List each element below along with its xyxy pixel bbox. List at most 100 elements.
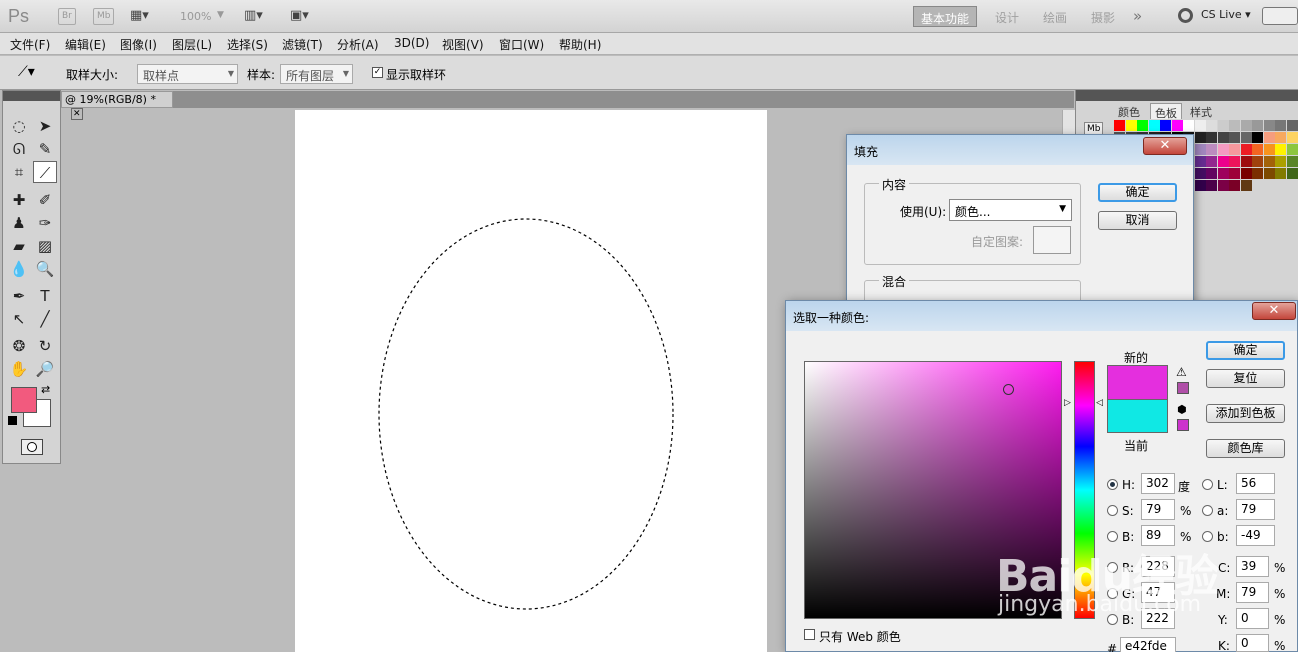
web-colors-only-checkbox[interactable] xyxy=(804,629,815,640)
color-swatch[interactable] xyxy=(1114,120,1125,131)
eraser-tool-icon[interactable]: ▰ xyxy=(7,235,31,257)
color-swatch[interactable] xyxy=(1206,132,1217,143)
color-swatch[interactable] xyxy=(1217,180,1229,191)
saturation-radio[interactable] xyxy=(1107,505,1118,516)
3d-rotate-tool-icon[interactable]: ❂ xyxy=(7,335,31,357)
lightness-input[interactable]: 56 xyxy=(1236,473,1275,494)
mini-bridge-button[interactable]: Mb xyxy=(93,8,115,25)
pen-tool-icon[interactable]: ✒ xyxy=(7,285,31,307)
color-swatch[interactable] xyxy=(1194,120,1206,131)
color-swatch[interactable] xyxy=(1263,168,1275,179)
zoom-dropdown-icon[interactable]: ▼ xyxy=(217,10,224,20)
color-swatch[interactable] xyxy=(1229,120,1240,131)
fill-dialog-close-button[interactable]: ✕ xyxy=(1143,137,1187,155)
dodge-tool-icon[interactable]: 🔍 xyxy=(33,258,57,280)
color-swatch[interactable] xyxy=(1263,144,1275,155)
color-swatch[interactable] xyxy=(1194,144,1206,155)
magenta-input[interactable]: 79 xyxy=(1236,582,1269,603)
foreground-color-swatch[interactable] xyxy=(11,387,37,413)
color-swatch[interactable] xyxy=(1286,168,1298,179)
color-picker-close-button[interactable]: ✕ xyxy=(1252,302,1296,320)
color-swatch[interactable] xyxy=(1194,132,1206,143)
workspace-photography[interactable]: 摄影 xyxy=(1084,6,1122,27)
quick-selection-tool-icon[interactable]: ✎ xyxy=(33,138,57,160)
color-swatch[interactable] xyxy=(1229,180,1240,191)
screen-mode-button[interactable]: ▣▾ xyxy=(290,8,309,23)
saturation-input[interactable]: 79 xyxy=(1141,499,1175,520)
tab-styles[interactable]: 样式 xyxy=(1186,103,1216,119)
color-swatch[interactable] xyxy=(1229,168,1240,179)
color-swatch[interactable] xyxy=(1263,156,1275,167)
color-swatch[interactable] xyxy=(1252,132,1263,143)
color-swatch[interactable] xyxy=(1275,156,1286,167)
workspace-design[interactable]: 设计 xyxy=(988,6,1026,27)
close-document-icon[interactable]: ✕ xyxy=(71,108,83,120)
zoom-level[interactable]: 100% xyxy=(180,10,211,23)
black-input[interactable]: 0 xyxy=(1236,634,1269,652)
menu-view[interactable]: 视图(V) xyxy=(442,36,484,53)
hue-input[interactable]: 302 xyxy=(1141,473,1175,494)
lightness-radio[interactable] xyxy=(1202,479,1213,490)
color-swatch[interactable] xyxy=(1217,156,1229,167)
menu-analysis[interactable]: 分析(A) xyxy=(337,36,379,53)
use-select[interactable]: 颜色... ▼ xyxy=(949,199,1072,221)
picker-ok-button[interactable]: 确定 xyxy=(1206,341,1285,360)
color-swatch[interactable] xyxy=(1275,132,1286,143)
window-controls[interactable] xyxy=(1262,7,1298,25)
crop-tool-icon[interactable]: ⌗ xyxy=(7,161,31,183)
fill-cancel-button[interactable]: 取消 xyxy=(1098,211,1177,230)
document-tab[interactable]: @ 19%(RGB/8) * ✕ xyxy=(61,91,173,120)
hue-radio[interactable] xyxy=(1107,479,1118,490)
color-field-cursor[interactable] xyxy=(1003,384,1014,395)
sample-size-select[interactable]: 取样点 ▼ xyxy=(137,64,238,84)
line-tool-icon[interactable]: ╱ xyxy=(33,308,57,330)
color-swatch[interactable] xyxy=(1275,120,1286,131)
color-swatch[interactable] xyxy=(1252,120,1263,131)
picker-reset-button[interactable]: 复位 xyxy=(1206,369,1285,388)
workspace-painting[interactable]: 绘画 xyxy=(1036,6,1074,27)
color-swatch[interactable] xyxy=(1206,156,1217,167)
spot-healing-brush-icon[interactable]: ✚ xyxy=(7,189,31,211)
cs-live-button[interactable]: CS Live ▾ xyxy=(1201,8,1251,21)
hand-tool-icon[interactable]: ✋ xyxy=(7,358,31,380)
show-sampling-ring-checkbox[interactable]: ✓ xyxy=(372,67,383,78)
b-channel-input[interactable]: -49 xyxy=(1236,525,1275,546)
arrange-documents-button[interactable]: ▥▾ xyxy=(244,8,263,23)
move-tool-icon[interactable]: ➤ xyxy=(33,115,57,137)
hex-input[interactable]: e42fde xyxy=(1120,637,1176,652)
color-swatch[interactable] xyxy=(1194,168,1206,179)
zoom-tool-icon[interactable]: 🔎 xyxy=(33,358,57,380)
default-colors-icon[interactable] xyxy=(8,416,17,425)
color-swatch[interactable] xyxy=(1171,120,1183,131)
color-swatch[interactable] xyxy=(1217,144,1229,155)
menu-file[interactable]: 文件(F) xyxy=(10,36,50,53)
current-color-preview[interactable] xyxy=(1107,399,1168,433)
color-swatch[interactable] xyxy=(1206,144,1217,155)
history-brush-tool-icon[interactable]: ✑ xyxy=(33,212,57,234)
menu-layer[interactable]: 图层(L) xyxy=(172,36,212,53)
cyan-input[interactable]: 39 xyxy=(1236,556,1269,577)
color-swatch[interactable] xyxy=(1252,156,1263,167)
gamut-swatch[interactable] xyxy=(1177,382,1189,394)
quick-mask-button[interactable] xyxy=(21,439,43,455)
color-swatch[interactable] xyxy=(1217,132,1229,143)
color-swatch[interactable] xyxy=(1206,120,1217,131)
color-swatch[interactable] xyxy=(1125,120,1137,131)
color-swatch[interactable] xyxy=(1263,132,1275,143)
color-swatch[interactable] xyxy=(1194,180,1206,191)
color-swatch[interactable] xyxy=(1206,180,1217,191)
color-swatch[interactable] xyxy=(1240,168,1252,179)
color-swatch[interactable] xyxy=(1183,120,1194,131)
menu-image[interactable]: 图像(I) xyxy=(120,36,157,53)
web-safe-warning-icon[interactable]: ⬢ xyxy=(1177,403,1187,416)
swatches-panel-header[interactable] xyxy=(1076,90,1298,101)
color-swatch[interactable] xyxy=(1217,120,1229,131)
color-swatch[interactable] xyxy=(1275,168,1286,179)
menu-3d[interactable]: 3D(D) xyxy=(394,36,429,50)
blur-tool-icon[interactable]: 💧 xyxy=(7,258,31,280)
color-swatch[interactable] xyxy=(1229,156,1240,167)
elliptical-marquee-tool-icon[interactable]: ◌ xyxy=(7,115,31,137)
tab-swatches[interactable]: 色板 xyxy=(1150,103,1182,120)
color-swatch[interactable] xyxy=(1263,120,1275,131)
workspace-essentials[interactable]: 基本功能 xyxy=(913,6,978,27)
